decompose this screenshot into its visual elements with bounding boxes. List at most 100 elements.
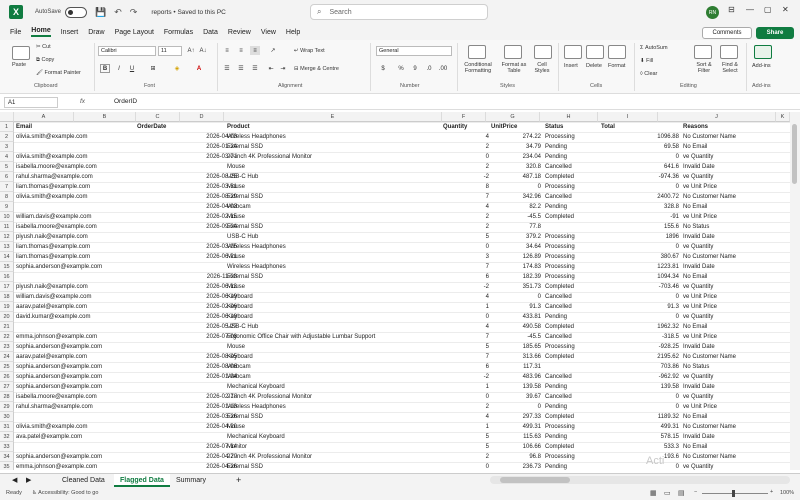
cell-reason[interactable]: No Customer Name xyxy=(682,252,782,262)
cell-date[interactable] xyxy=(136,162,238,172)
insert-cells-button[interactable]: Insert xyxy=(564,63,578,69)
cell-product[interactable]: Mechanical Keyboard xyxy=(226,432,442,442)
cell-email[interactable]: rahul.sharma@example.com xyxy=(15,402,133,412)
cell-price[interactable]: 0 xyxy=(490,402,542,412)
format-cells-button[interactable]: Format xyxy=(608,63,625,69)
spreadsheet-grid[interactable]: ABCDEFGHIJK 1 Email OrderDate Product Quanti… xyxy=(0,112,790,470)
column-header-i[interactable]: I xyxy=(598,112,658,122)
cell-date[interactable]: 2026-02-15 xyxy=(136,212,238,222)
cell-price[interactable]: 297.33 xyxy=(490,412,542,422)
cell-reason[interactable]: ve Unit Price xyxy=(682,332,782,342)
search-box[interactable]: ⌕ Search xyxy=(310,4,488,20)
cell-product[interactable]: Keyboard xyxy=(226,312,442,322)
cell-reason[interactable]: ve Quantity xyxy=(682,462,782,470)
cell-qty[interactable]: 2 xyxy=(442,402,490,412)
column-header-f[interactable]: F xyxy=(442,112,486,122)
close-icon[interactable]: ✕ xyxy=(782,5,789,14)
cell-reason[interactable]: ve Quantity xyxy=(682,392,782,402)
cell-email[interactable]: isabella.moore@example.com xyxy=(15,222,133,232)
cell-product[interactable]: Wireless Headphones xyxy=(226,132,442,142)
increase-decimal-icon[interactable]: .0 xyxy=(424,64,434,73)
cell-date[interactable]: 2026-06-13 xyxy=(136,282,238,292)
cell-email[interactable]: william.davis@example.com xyxy=(15,292,133,302)
tab-review[interactable]: Review xyxy=(228,29,251,36)
cell-reason[interactable]: ve Quantity xyxy=(682,172,782,182)
cell-total[interactable]: 1189.32 xyxy=(598,412,680,422)
page-break-view-icon[interactable]: ▤ xyxy=(678,489,685,497)
cell-qty[interactable]: 0 xyxy=(442,242,490,252)
cell-price[interactable]: 313.66 xyxy=(490,352,542,362)
zoom-out-icon[interactable]: − xyxy=(694,489,697,495)
cell-qty[interactable]: 4 xyxy=(442,202,490,212)
cell-reason[interactable]: No Email xyxy=(682,442,782,452)
cell-qty[interactable]: 2 xyxy=(442,142,490,152)
cell-product[interactable]: Mouse xyxy=(226,422,442,432)
add-sheet-button[interactable]: + xyxy=(230,474,247,487)
insert-cells-icon[interactable] xyxy=(564,45,582,59)
column-header-d[interactable]: D xyxy=(180,112,224,122)
ribbon-display-icon[interactable]: ⊟ xyxy=(728,5,735,14)
cell-qty[interactable]: 5 xyxy=(442,442,490,452)
cell-qty[interactable]: 7 xyxy=(442,262,490,272)
cell-price[interactable]: 115.63 xyxy=(490,432,542,442)
cell-reason[interactable]: No Status xyxy=(682,222,782,232)
cell-email[interactable]: aarav.patel@example.com xyxy=(15,352,133,362)
row-header-34[interactable]: 34 xyxy=(0,452,14,462)
cell-price[interactable]: 34.79 xyxy=(490,142,542,152)
cell-total[interactable]: 193.6 xyxy=(598,452,680,462)
cell-product[interactable]: Mouse xyxy=(226,252,442,262)
bold-button[interactable]: B xyxy=(100,64,110,73)
font-color-icon[interactable]: A xyxy=(194,64,204,73)
cell-reason[interactable]: No Customer Name xyxy=(682,422,782,432)
vertical-scroll-thumb[interactable] xyxy=(792,124,797,184)
tab-data[interactable]: Data xyxy=(203,29,218,36)
cell-date[interactable]: 2026-06-18 xyxy=(136,312,238,322)
cell-total[interactable]: -928.25 xyxy=(598,342,680,352)
cell-email[interactable]: liam.thomas@example.com xyxy=(15,242,133,252)
cell-reason[interactable]: No Email xyxy=(682,412,782,422)
cell-email[interactable]: olivia.smith@example.com xyxy=(15,152,133,162)
cell-total[interactable]: 1962.32 xyxy=(598,322,680,332)
row-header-2[interactable]: 2 xyxy=(0,132,14,142)
row-header-29[interactable]: 29 xyxy=(0,402,14,412)
row-header-16[interactable]: 16 xyxy=(0,272,14,282)
cell-price[interactable]: -45.5 xyxy=(490,212,542,222)
format-cells-icon[interactable] xyxy=(608,45,626,59)
cell-date[interactable]: 2026-04-03 xyxy=(136,132,238,142)
cell-qty[interactable]: 5 xyxy=(442,232,490,242)
cell-reason[interactable]: ve Unit Price xyxy=(682,182,782,192)
cell-email[interactable]: sophia.anderson@example.com xyxy=(15,382,133,392)
cell-product[interactable]: Keyboard xyxy=(226,292,442,302)
horizontal-scrollbar[interactable] xyxy=(490,476,790,484)
cell-product[interactable]: Keyboard xyxy=(226,302,442,312)
align-middle-icon[interactable]: ≡ xyxy=(236,46,246,55)
next-sheet-icon[interactable]: ▶ xyxy=(20,474,37,487)
cell-total[interactable]: 0 xyxy=(598,462,680,470)
cell-reason[interactable]: ve Unit Price xyxy=(682,292,782,302)
cell-reason[interactable]: Invalid Date xyxy=(682,342,782,352)
cell-product[interactable]: Monitor xyxy=(226,442,442,452)
cell-reason[interactable]: No Email xyxy=(682,142,782,152)
cell-price[interactable]: 274.22 xyxy=(490,132,542,142)
cell-status[interactable]: Pending xyxy=(544,462,600,470)
addins-icon[interactable] xyxy=(754,45,772,59)
cell-total[interactable]: 1896 xyxy=(598,232,680,242)
cell-email[interactable] xyxy=(15,412,133,422)
cell-qty[interactable]: 0 xyxy=(442,462,490,470)
cell-email[interactable]: liam.thomas@example.com xyxy=(15,252,133,262)
cell-reason[interactable]: ve Unit Price xyxy=(682,402,782,412)
row-header-24[interactable]: 24 xyxy=(0,352,14,362)
cell-reason[interactable]: Invalid Date xyxy=(682,262,782,272)
cell-qty[interactable]: 4 xyxy=(442,132,490,142)
cell-total[interactable]: 1223.81 xyxy=(598,262,680,272)
row-header-26[interactable]: 26 xyxy=(0,372,14,382)
tab-insert[interactable]: Insert xyxy=(61,29,79,36)
cell-date[interactable]: 2026-01-13 xyxy=(136,402,238,412)
cell-qty[interactable]: 0 xyxy=(442,312,490,322)
row-header-22[interactable]: 22 xyxy=(0,332,14,342)
cell-total[interactable]: 1094.34 xyxy=(598,272,680,282)
vertical-scrollbar[interactable] xyxy=(790,112,800,470)
align-center-icon[interactable]: ☰ xyxy=(236,64,246,73)
comma-button[interactable]: 9 xyxy=(410,64,420,73)
cell-styles-icon[interactable] xyxy=(534,45,552,59)
